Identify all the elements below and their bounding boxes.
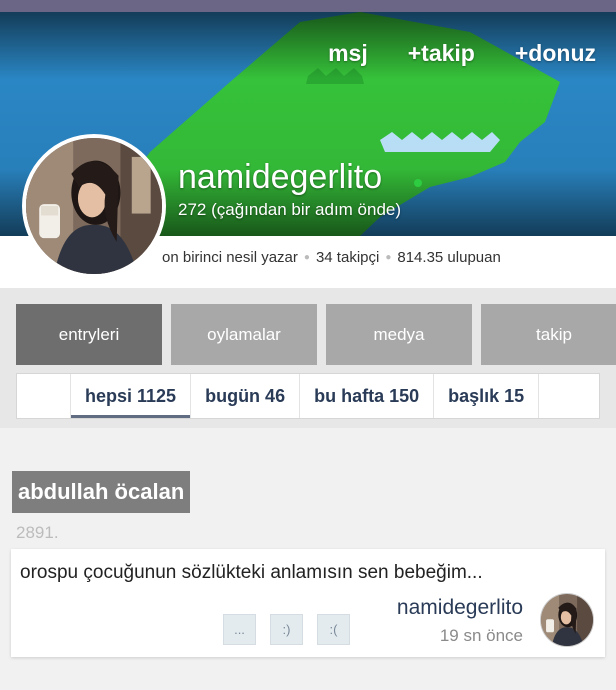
author-avatar[interactable] [540, 593, 594, 647]
generation-label: on birinci nesil yazar [162, 249, 298, 266]
entry-text: orospu çocuğunun sözlükteki anlamısın se… [20, 562, 483, 583]
profile-actions: msj +takip +donuz [328, 40, 596, 67]
entry-number: 2891. [16, 523, 59, 542]
filter-this-week[interactable]: bu hafta 150 [300, 374, 435, 418]
stat-separator: ● [303, 252, 310, 263]
entry-author[interactable]: namidegerlito [397, 596, 523, 620]
tab-entries[interactable]: entryleri [16, 304, 162, 365]
entry-card: orospu çocuğunun sözlükteki anlamısın se… [11, 549, 605, 657]
upvote-button[interactable]: :) [270, 614, 303, 645]
status-strip [0, 0, 616, 12]
tab-votes[interactable]: oylamalar [171, 304, 317, 365]
filter-topics[interactable]: başlık 15 [434, 374, 540, 418]
more-options-button[interactable]: ... [223, 614, 256, 645]
tab-media[interactable]: medya [326, 304, 472, 365]
entry-filter-tabs: hepsi 1125 bugün 46 bu hafta 150 başlık … [16, 373, 600, 419]
avatar-photo [541, 594, 593, 646]
profile-stats: on birinci nesil yazar ● 34 takipçi ● 81… [162, 249, 501, 266]
filter-spacer [17, 374, 71, 418]
avatar-photo [26, 138, 162, 274]
message-button[interactable]: msj [328, 40, 368, 67]
filter-today[interactable]: bugün 46 [191, 374, 301, 418]
profile-avatar[interactable] [22, 134, 166, 278]
topic-title[interactable]: abdullah öcalan [12, 471, 191, 513]
filter-all[interactable]: hepsi 1125 [71, 374, 192, 418]
vote-buttons: ... :) :( [223, 614, 350, 645]
tab-follow[interactable]: takip [481, 304, 616, 365]
entry-time[interactable]: 19 sn önce [440, 626, 523, 646]
online-status-dot [414, 179, 422, 187]
stat-separator: ● [385, 252, 392, 263]
profile-karma: 272 (çağından bir adım önde) [178, 200, 402, 219]
downvote-button[interactable]: :( [317, 614, 350, 645]
follower-count[interactable]: 34 takipçi [316, 249, 379, 266]
profile-tabs: entryleri oylamalar medya takip [16, 304, 616, 365]
profile-username: namidegerlito [178, 158, 383, 196]
block-button[interactable]: +donuz [515, 40, 596, 67]
ulupuan-score: 814.35 ulupuan [397, 249, 501, 266]
follow-button[interactable]: +takip [408, 40, 475, 67]
